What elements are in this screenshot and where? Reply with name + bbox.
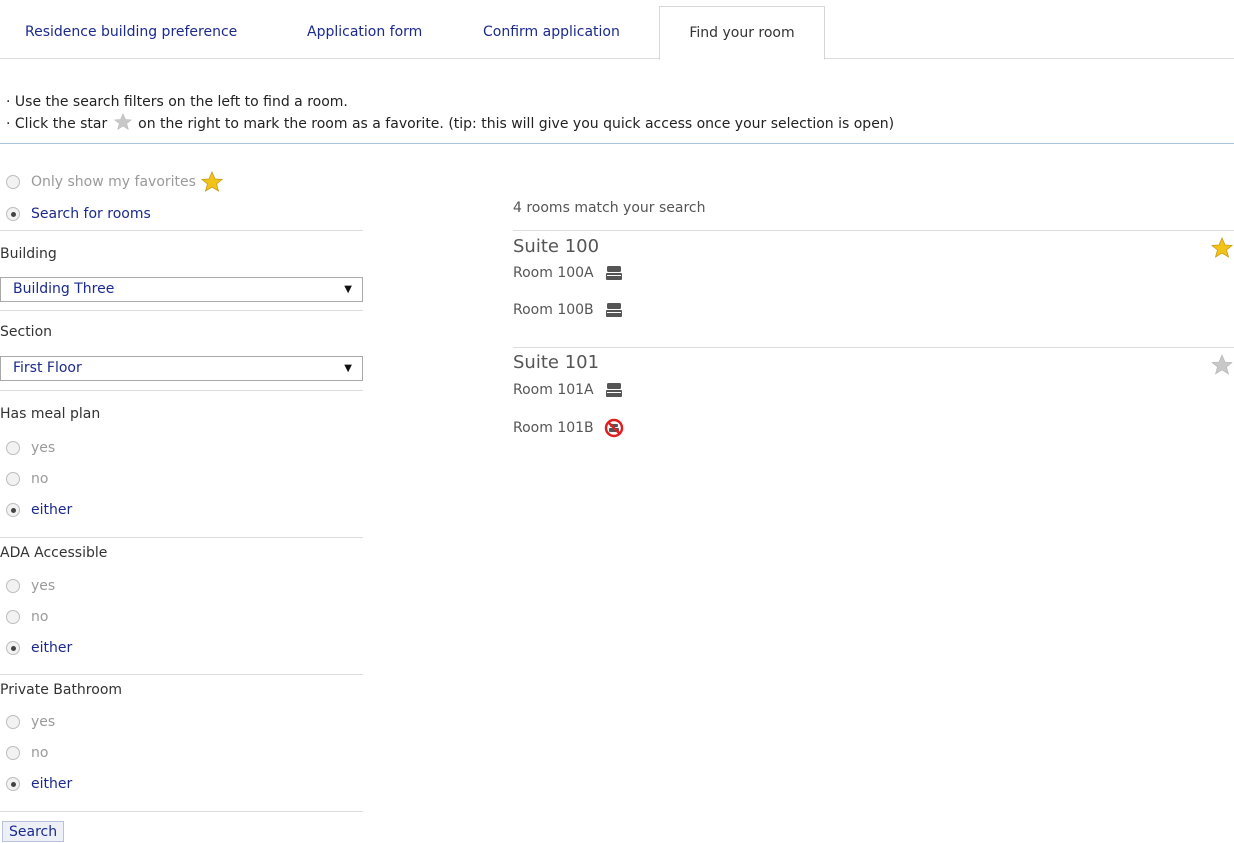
building-select-value: Building Three [13, 281, 115, 297]
room-name: Room 100A [513, 265, 594, 281]
divider [0, 310, 363, 311]
tab-residence-building-preference[interactable]: Residence building preference [25, 6, 237, 58]
section-label: Section [0, 324, 53, 340]
search-button[interactable]: Search [2, 821, 65, 842]
room-row: Room 101B [513, 418, 624, 438]
divider [0, 230, 363, 231]
star-favorite-icon[interactable] [1210, 236, 1234, 260]
only-favorites-radio[interactable] [6, 175, 20, 189]
room-row: Room 100A [513, 263, 624, 283]
bathroom-yes-radio[interactable] [6, 715, 20, 729]
search-rooms-label: Search for rooms [31, 206, 151, 222]
meal-plan-no-option[interactable]: no [6, 468, 48, 490]
star-example-icon [113, 113, 132, 131]
suite-title: Suite 100 [513, 236, 600, 257]
ada-no-option[interactable]: no [6, 606, 48, 628]
bathroom-no-label: no [31, 745, 49, 761]
bathroom-either-label: either [31, 776, 73, 792]
bathroom-label: Private Bathroom [0, 682, 123, 698]
suite-title: Suite 101 [513, 352, 600, 373]
building-label: Building [0, 246, 57, 262]
search-rooms-option[interactable]: Search for rooms [6, 203, 151, 225]
meal-plan-no-radio[interactable] [6, 472, 20, 486]
tab-baseline [0, 58, 1234, 59]
divider [0, 390, 363, 391]
tab-confirm-application[interactable]: Confirm application [483, 6, 620, 58]
bed-icon[interactable] [604, 300, 624, 320]
dropdown-arrow-icon: ▼ [344, 363, 352, 374]
ada-no-radio[interactable] [6, 610, 20, 624]
room-name: Room 100B [513, 302, 594, 318]
bathroom-yes-option[interactable]: yes [6, 711, 55, 733]
results-count: 4 rooms match your search [513, 200, 706, 216]
instructions: · Use the search filters on the left to … [6, 92, 894, 134]
bed-icon[interactable] [604, 263, 624, 283]
bed-unavailable-icon [604, 418, 623, 438]
meal-plan-label: Has meal plan [0, 406, 101, 422]
meal-plan-yes-label: yes [31, 440, 56, 456]
room-name: Room 101A [513, 382, 594, 398]
section-select[interactable]: First Floor ▼ [0, 356, 363, 381]
suite-divider [513, 230, 1234, 231]
meal-plan-either-radio[interactable] [6, 503, 20, 517]
bed-icon[interactable] [604, 380, 624, 400]
ada-either-option[interactable]: either [6, 637, 72, 659]
instructions-separator [0, 143, 1234, 144]
meal-plan-no-label: no [31, 471, 49, 487]
ada-yes-option[interactable]: yes [6, 575, 55, 597]
room-row: Room 101A [513, 380, 624, 400]
star-empty-icon[interactable] [1210, 353, 1234, 377]
only-favorites-label: Only show my favorites [31, 174, 196, 190]
bathroom-no-option[interactable]: no [6, 742, 48, 764]
ada-label: ADA Accessible [0, 545, 108, 561]
meal-plan-yes-radio[interactable] [6, 441, 20, 455]
bathroom-either-option[interactable]: either [6, 773, 72, 795]
search-rooms-radio[interactable] [6, 207, 20, 221]
instruction-line-2-end: on the right to mark the room as a favor… [138, 116, 895, 132]
star-favorite-icon [200, 170, 223, 192]
room-name: Room 101B [513, 420, 594, 436]
building-select[interactable]: Building Three ▼ [0, 277, 363, 302]
tab-bar: Residence building preference Applicatio… [0, 0, 1234, 60]
tab-application-form[interactable]: Application form [307, 6, 422, 58]
ada-yes-label: yes [31, 578, 56, 594]
bathroom-no-radio[interactable] [6, 746, 20, 760]
room-row: Room 100B [513, 300, 624, 320]
meal-plan-either-option[interactable]: either [6, 499, 72, 521]
only-favorites-option[interactable]: Only show my favorites [6, 170, 224, 193]
ada-no-label: no [31, 609, 49, 625]
divider [0, 537, 363, 538]
instruction-line-2: · Click the star on the right to mark th… [6, 112, 894, 134]
instruction-line-2-start: · Click the star [6, 116, 108, 132]
section-select-value: First Floor [13, 360, 82, 376]
bathroom-either-radio[interactable] [6, 777, 20, 791]
meal-plan-either-label: either [31, 502, 73, 518]
meal-plan-yes-option[interactable]: yes [6, 437, 55, 459]
instruction-line-1: · Use the search filters on the left to … [6, 94, 348, 110]
ada-either-label: either [31, 640, 73, 656]
tab-find-your-room[interactable]: Find your room [659, 6, 825, 60]
ada-either-radio[interactable] [6, 641, 20, 655]
divider [0, 811, 363, 812]
ada-yes-radio[interactable] [6, 579, 20, 593]
divider [0, 674, 363, 675]
suite-divider [513, 347, 1234, 348]
dropdown-arrow-icon: ▼ [344, 284, 352, 295]
bathroom-yes-label: yes [31, 714, 56, 730]
